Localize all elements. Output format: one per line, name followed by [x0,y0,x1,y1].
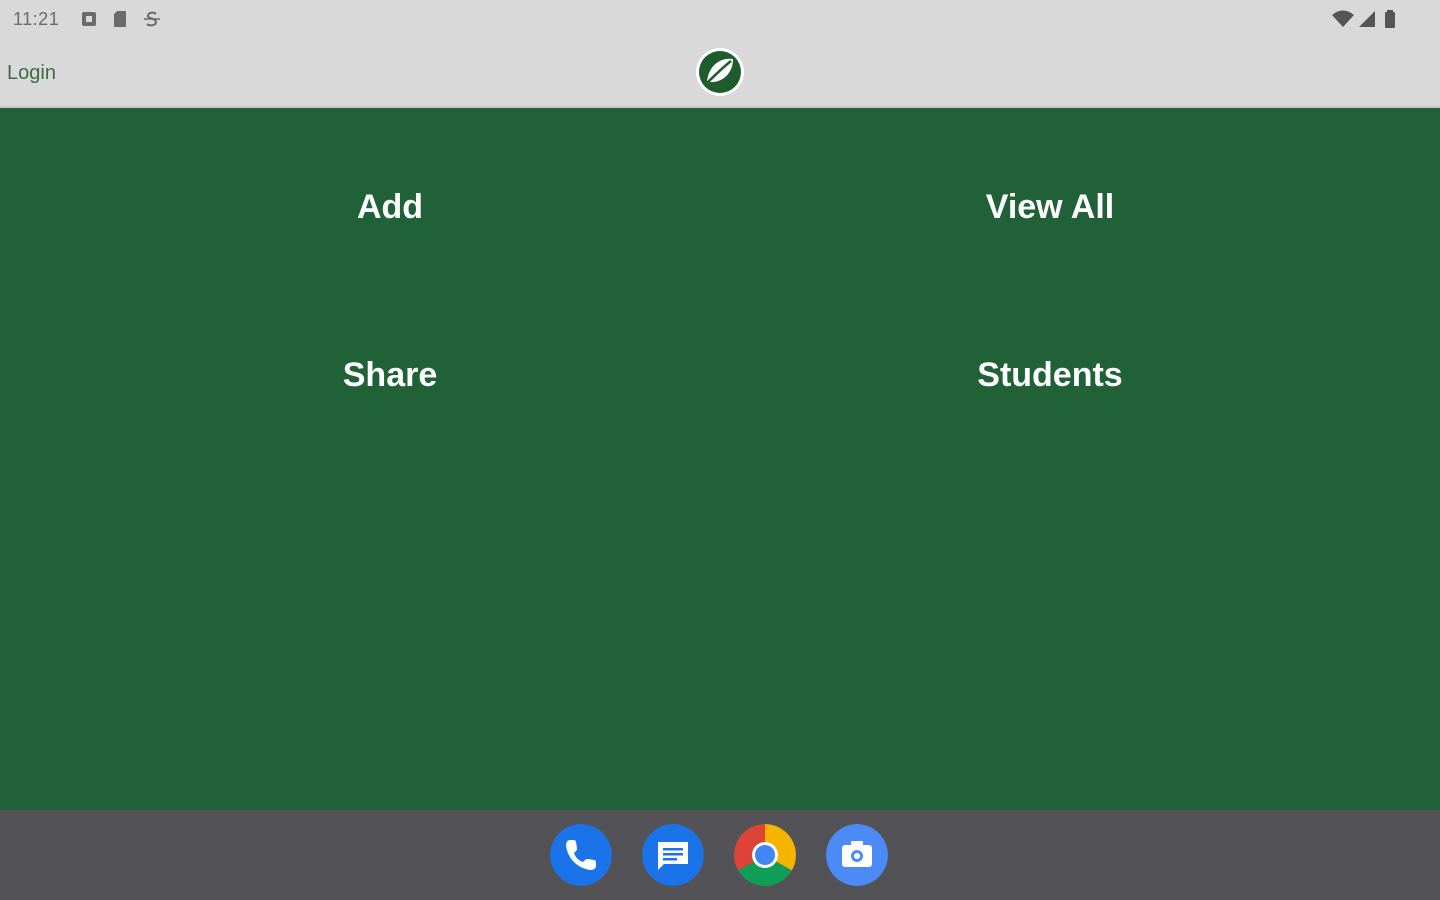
leaf-logo-icon [696,48,744,96]
app-dock [0,810,1440,900]
phone-icon[interactable] [550,824,612,886]
sync-icon [144,11,160,27]
chrome-icon[interactable] [734,824,796,886]
status-time: 11:21 [13,9,60,29]
sd-card-icon [114,11,126,27]
battery-icon [1385,10,1395,28]
messages-icon[interactable] [642,824,704,886]
camera-icon[interactable] [826,824,888,886]
main-menu: Add View All Share Students [0,108,1440,810]
add-button[interactable]: Add [210,167,570,247]
cell-signal-icon [1359,11,1375,27]
wifi-icon [1332,10,1354,27]
app-bar: Login [0,38,1440,108]
share-button[interactable]: Share [210,335,570,415]
status-bar: 11:21 [0,0,1440,38]
notification-icon [82,12,96,26]
students-button[interactable]: Students [870,335,1230,415]
login-button[interactable]: Login [7,62,56,85]
view-all-button[interactable]: View All [870,167,1230,247]
